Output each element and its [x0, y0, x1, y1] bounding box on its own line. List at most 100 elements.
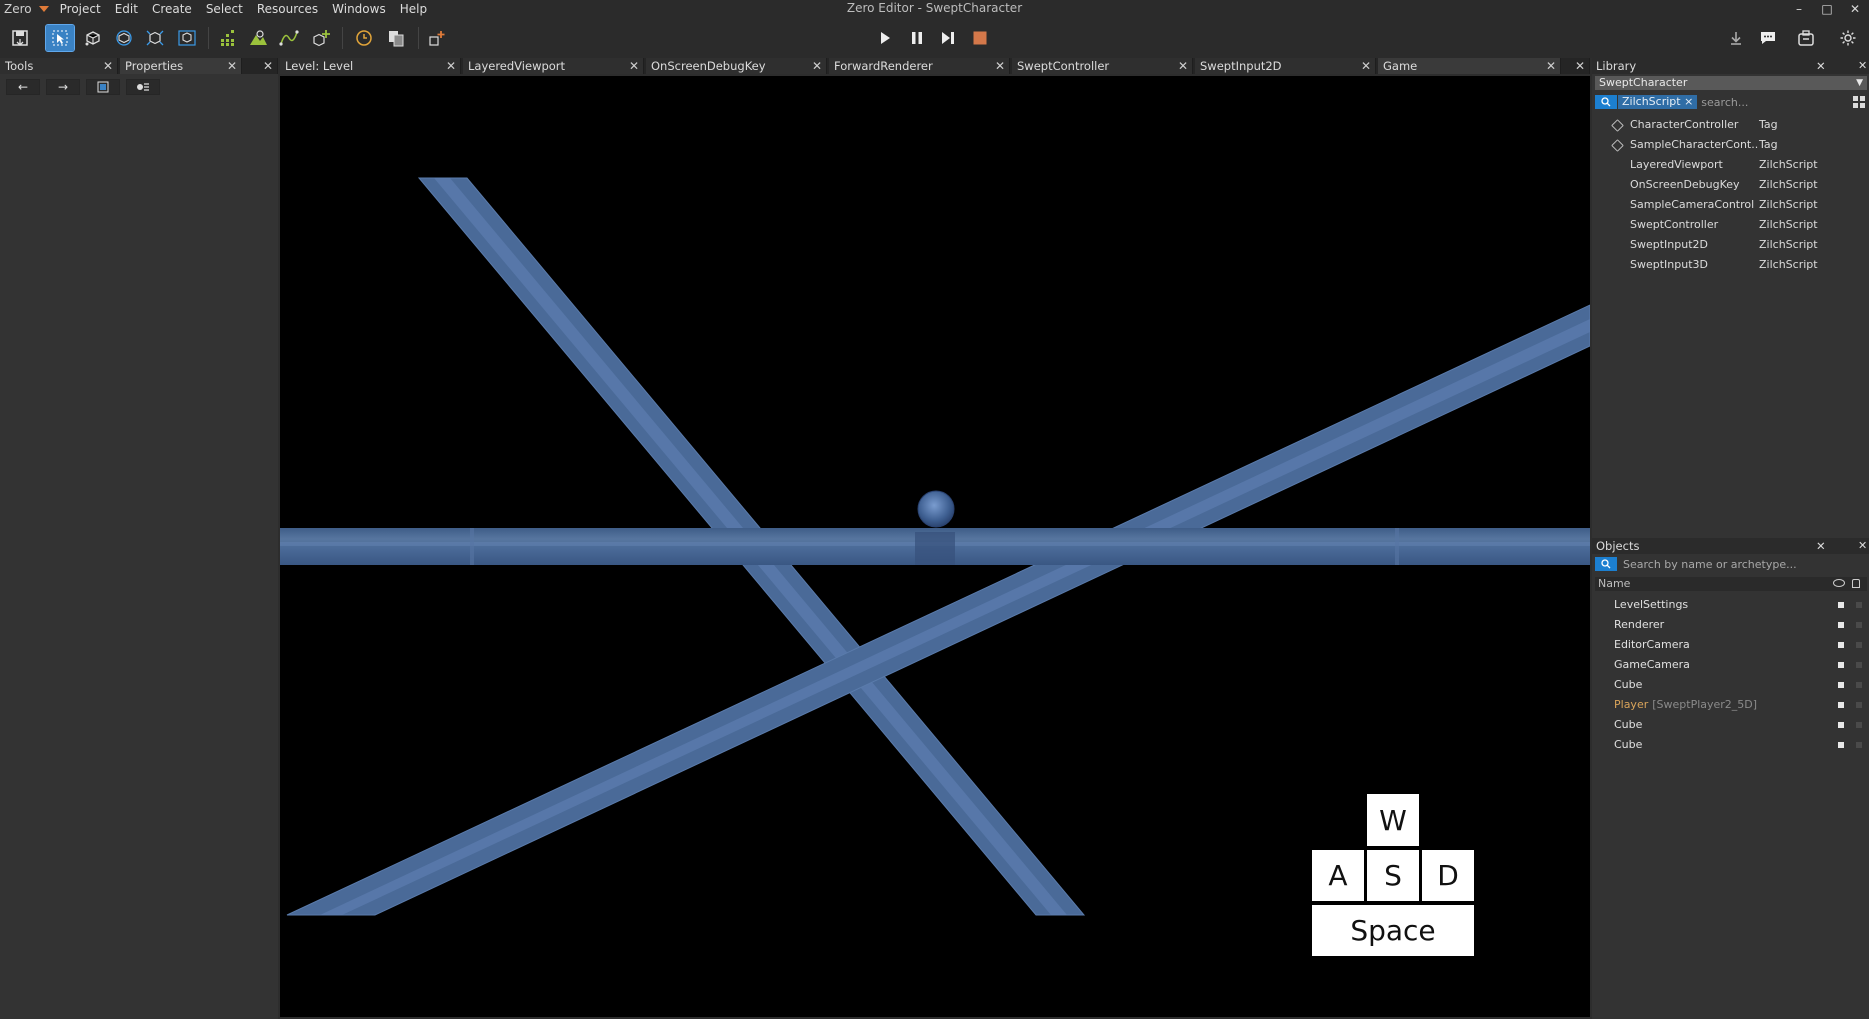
close-icon[interactable]: ✕ [1858, 58, 1867, 74]
close-icon[interactable]: ✕ [1816, 58, 1826, 74]
chat-icon[interactable] [1754, 25, 1782, 51]
spline-tool-icon[interactable] [275, 25, 303, 51]
library-item[interactable]: SweptController ZilchScript [1592, 215, 1869, 235]
visibility-icon[interactable] [1838, 662, 1844, 668]
close-icon[interactable]: ✕ [103, 58, 113, 74]
select-tool-icon[interactable] [45, 24, 75, 52]
eye-icon[interactable] [1833, 579, 1845, 587]
library-item[interactable]: SampleCharacterCont... Tag [1592, 135, 1869, 155]
copy-resource-icon[interactable] [382, 25, 410, 51]
object-row[interactable]: Renderer [1592, 615, 1869, 635]
close-icon[interactable]: ✕ [812, 58, 822, 74]
close-window-button[interactable]: ✕ [1841, 0, 1869, 18]
close-icon[interactable]: ✕ [1858, 538, 1867, 554]
column-name[interactable]: Name [1598, 577, 1630, 590]
visibility-icon[interactable] [1838, 642, 1844, 648]
visibility-icon[interactable] [1838, 622, 1844, 628]
scale-tool-icon[interactable] [141, 25, 169, 51]
menu-create[interactable]: Create [145, 0, 199, 18]
menu-resources[interactable]: Resources [250, 0, 325, 18]
object-row[interactable]: LevelSettings [1592, 595, 1869, 615]
menu-select[interactable]: Select [199, 0, 250, 18]
menu-help[interactable]: Help [393, 0, 434, 18]
game-viewport[interactable]: W A S D Space [280, 76, 1590, 1017]
library-item[interactable]: SweptInput2D ZilchScript [1592, 235, 1869, 255]
object-row[interactable]: Cube [1592, 715, 1869, 735]
close-icon[interactable]: ✕ [629, 58, 639, 74]
translate-tool-icon[interactable] [79, 25, 107, 51]
tab-properties[interactable]: Properties ✕ [120, 58, 242, 74]
tab-game[interactable]: Game ✕ [1378, 58, 1561, 74]
lock-toggle-icon[interactable] [1856, 602, 1862, 608]
filter-tag-zilchscript[interactable]: ZilchScript × [1618, 95, 1698, 109]
menu-project[interactable]: Project [53, 0, 108, 18]
minimize-button[interactable]: – [1785, 0, 1813, 18]
close-icon[interactable]: ✕ [446, 58, 456, 74]
lock-toggle-icon[interactable] [1856, 722, 1862, 728]
close-icon[interactable]: ✕ [1361, 58, 1371, 74]
visibility-icon[interactable] [1838, 682, 1844, 688]
close-icon[interactable]: ✕ [1816, 538, 1826, 554]
lock-toggle-icon[interactable] [1856, 742, 1862, 748]
lock-icon[interactable] [1852, 579, 1860, 588]
package-icon[interactable] [1792, 25, 1820, 51]
tab-onscreen-debug-key[interactable]: OnScreenDebugKey ✕ [646, 58, 827, 74]
object-row[interactable]: GameCamera [1592, 655, 1869, 675]
lock-toggle-icon[interactable] [1856, 682, 1862, 688]
object-row[interactable]: Player [SweptPlayer2_5D] [1592, 695, 1869, 715]
close-icon[interactable]: ✕ [1546, 58, 1556, 74]
tab-swept-input-2d[interactable]: SweptInput2D ✕ [1195, 58, 1376, 74]
clock-icon[interactable] [350, 25, 378, 51]
library-search-input[interactable]: search... [1701, 96, 1867, 109]
menu-windows[interactable]: Windows [325, 0, 393, 18]
close-icon[interactable]: ✕ [263, 58, 273, 74]
lock-toggle-icon[interactable] [1856, 702, 1862, 708]
save-icon[interactable] [6, 25, 34, 51]
grid-view-icon[interactable] [1853, 96, 1865, 108]
select-level-button[interactable] [86, 79, 120, 95]
library-item[interactable]: SampleCameraControl ZilchScript [1592, 195, 1869, 215]
tab-swept-controller[interactable]: SweptController ✕ [1012, 58, 1193, 74]
rotate-tool-icon[interactable] [110, 25, 138, 51]
snap-grid-icon[interactable] [214, 25, 242, 51]
objects-search-input[interactable]: Search by name or archetype... [1623, 558, 1797, 571]
forward-button[interactable]: → [46, 79, 80, 95]
close-icon[interactable]: ✕ [227, 58, 237, 74]
library-selector[interactable]: SweptCharacter ▼ [1595, 76, 1867, 90]
maximize-button[interactable]: □ [1813, 0, 1841, 18]
menu-edit[interactable]: Edit [108, 0, 145, 18]
tab-level[interactable]: Level: Level ✕ [280, 58, 461, 74]
close-icon[interactable]: ✕ [995, 58, 1005, 74]
pause-icon[interactable] [903, 25, 931, 51]
settings-icon[interactable] [1834, 25, 1862, 51]
library-item[interactable]: CharacterController Tag [1592, 115, 1869, 135]
play-icon[interactable] [871, 25, 899, 51]
object-row[interactable]: Cube [1592, 735, 1869, 755]
visibility-icon[interactable] [1838, 742, 1844, 748]
terrain-tool-icon[interactable] [244, 25, 272, 51]
back-button[interactable]: ← [6, 79, 40, 95]
library-item[interactable]: SweptInput3D ZilchScript [1592, 255, 1869, 275]
object-tool-icon[interactable] [173, 25, 201, 51]
zero-logo-menu[interactable]: Zero [0, 0, 53, 18]
step-icon[interactable] [934, 25, 962, 51]
object-row[interactable]: Cube [1592, 675, 1869, 695]
add-component-icon[interactable] [423, 25, 451, 51]
object-row[interactable]: EditorCamera [1592, 635, 1869, 655]
library-item[interactable]: LayeredViewport ZilchScript [1592, 155, 1869, 175]
close-icon[interactable]: ✕ [1178, 58, 1188, 74]
visibility-icon[interactable] [1838, 602, 1844, 608]
lock-toggle-icon[interactable] [1856, 662, 1862, 668]
close-icon[interactable]: ✕ [1575, 58, 1585, 74]
lock-toggle-icon[interactable] [1856, 622, 1862, 628]
download-icon[interactable] [1722, 25, 1750, 51]
search-icon[interactable] [1595, 95, 1617, 109]
select-settings-button[interactable] [126, 79, 160, 95]
create-object-icon[interactable] [307, 25, 335, 51]
stop-icon[interactable] [966, 25, 994, 51]
tab-tools[interactable]: Tools ✕ [0, 58, 118, 74]
visibility-icon[interactable] [1838, 702, 1844, 708]
visibility-icon[interactable] [1838, 722, 1844, 728]
tab-layered-viewport[interactable]: LayeredViewport ✕ [463, 58, 644, 74]
tab-forward-renderer[interactable]: ForwardRenderer ✕ [829, 58, 1010, 74]
